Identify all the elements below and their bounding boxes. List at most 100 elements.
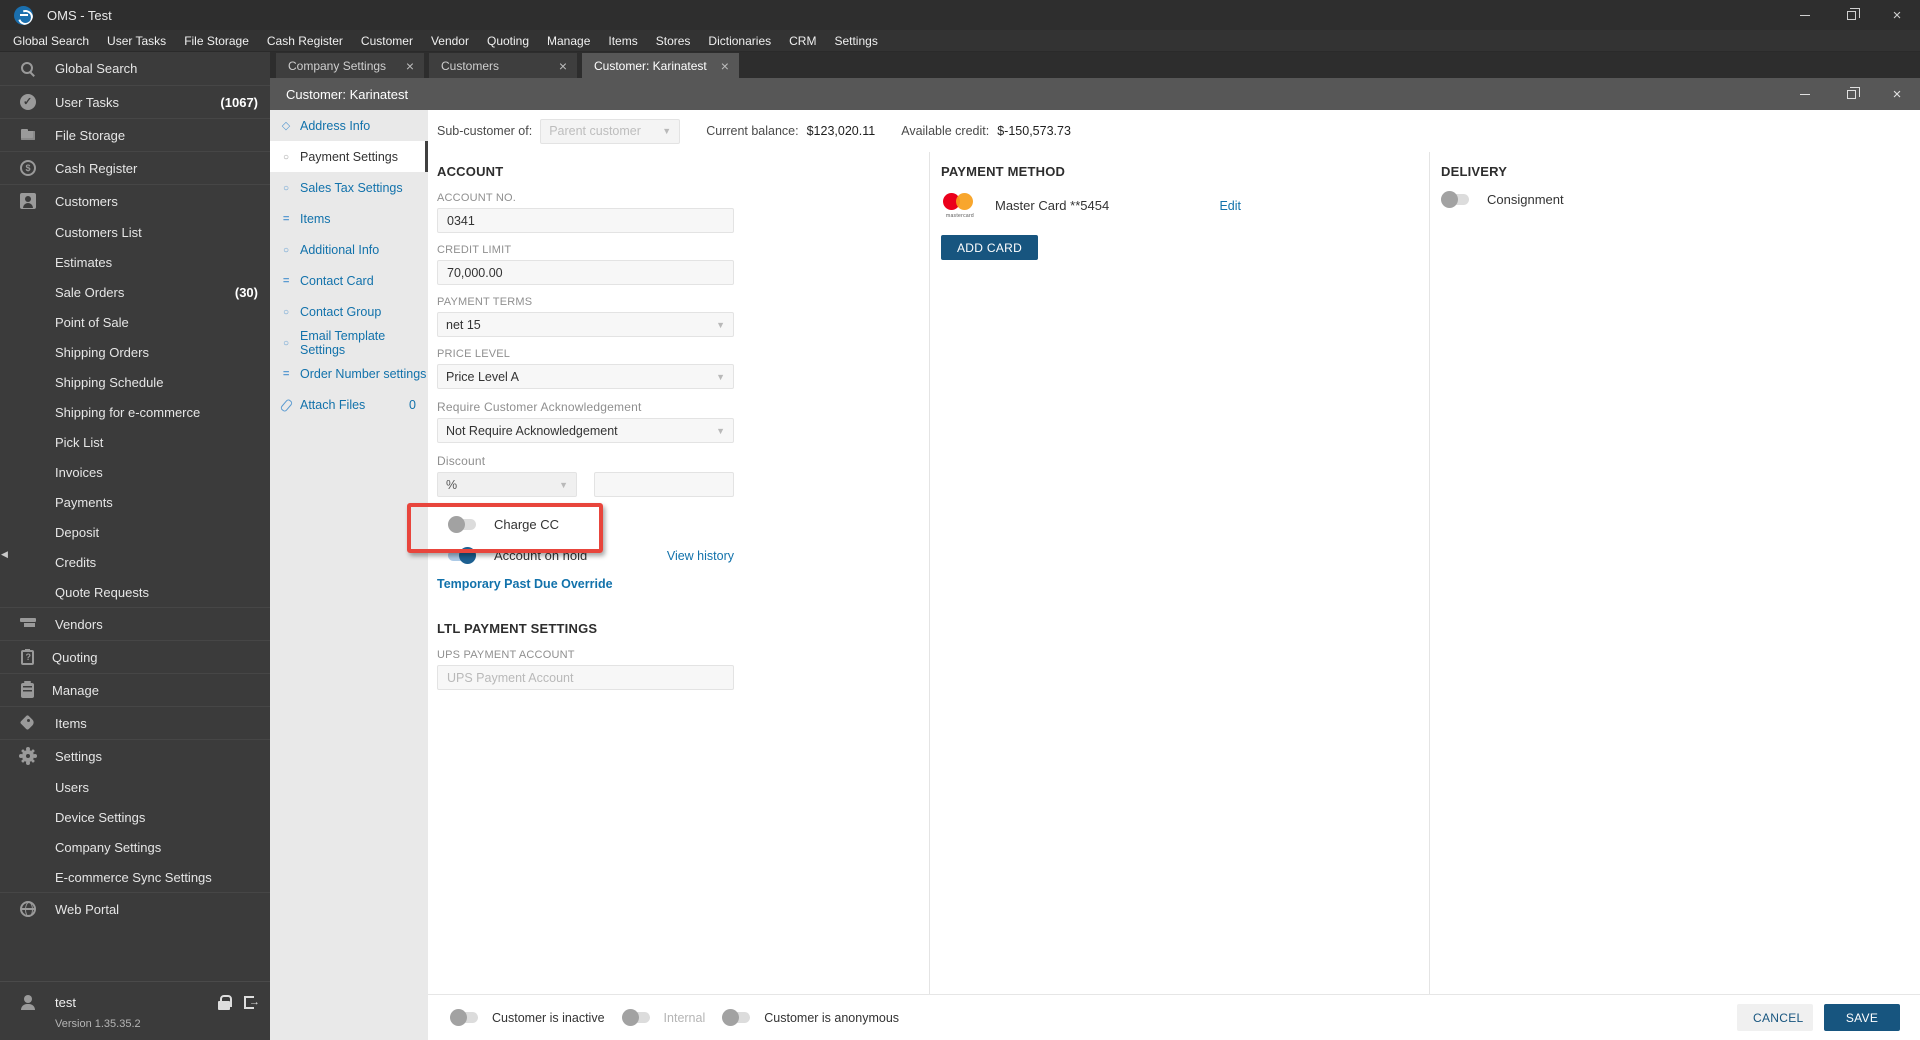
- tab[interactable]: Company Settings ×: [276, 53, 424, 78]
- sidebar-item[interactable]: Shipping for e-commerce: [0, 397, 270, 427]
- settings-nav-icon: [279, 368, 293, 380]
- menu-item[interactable]: Cash Register: [258, 30, 352, 52]
- discount-unit-select[interactable]: % ▼: [437, 472, 577, 497]
- save-button[interactable]: SAVE: [1824, 1004, 1900, 1031]
- doc-restore-button[interactable]: [1828, 78, 1874, 110]
- tab-close-icon[interactable]: ×: [721, 58, 729, 74]
- charge-cc-toggle[interactable]: [448, 516, 476, 533]
- sidebar-item[interactable]: Quoting: [0, 640, 270, 673]
- sidebar-item[interactable]: E-commerce Sync Settings: [0, 862, 270, 892]
- price-level-select[interactable]: Price Level A ▼: [437, 364, 734, 389]
- settings-nav-item[interactable]: Items: [270, 203, 428, 234]
- sidebar-item[interactable]: Users: [0, 772, 270, 802]
- logout-icon[interactable]: [244, 995, 260, 1009]
- payment-terms-select[interactable]: net 15 ▼: [437, 312, 734, 337]
- sidebar-item[interactable]: Items: [0, 706, 270, 739]
- window-titlebar: OMS - Test ×: [0, 0, 1920, 30]
- minimize-button[interactable]: [1782, 0, 1828, 30]
- sidebar-item[interactable]: Manage: [0, 673, 270, 706]
- settings-nav-item[interactable]: Sales Tax Settings: [270, 172, 428, 203]
- account-no-input[interactable]: [437, 208, 734, 233]
- restore-icon: [1846, 7, 1860, 20]
- add-card-button[interactable]: ADD CARD: [941, 235, 1039, 260]
- sidebar-item[interactable]: Sale Orders (30): [0, 277, 270, 307]
- settings-nav-item[interactable]: Contact Card: [270, 265, 428, 296]
- menu-item[interactable]: Settings: [825, 30, 886, 52]
- menu-item[interactable]: Stores: [647, 30, 700, 52]
- menu-item[interactable]: Customer: [352, 30, 422, 52]
- settings-nav-item[interactable]: Email Template Settings: [270, 327, 428, 358]
- close-button[interactable]: ×: [1874, 0, 1920, 30]
- sidebar-item[interactable]: Cash Register: [0, 151, 270, 184]
- view-history-link[interactable]: View history: [667, 549, 734, 563]
- sidebar-item-icon: [21, 680, 34, 698]
- doc-close-button[interactable]: ×: [1874, 78, 1920, 110]
- footer-toggle-row: Customer is anonymous: [722, 1009, 899, 1026]
- sidebar-item[interactable]: Company Settings: [0, 832, 270, 862]
- sidebar-item[interactable]: Device Settings: [0, 802, 270, 832]
- sidebar-item[interactable]: Customers: [0, 184, 270, 217]
- sidebar-item[interactable]: Shipping Schedule: [0, 367, 270, 397]
- require-ack-select[interactable]: Not Require Acknowledgement ▼: [437, 418, 734, 443]
- sidebar-item[interactable]: Global Search: [0, 52, 270, 85]
- footer-toggle[interactable]: [621, 1009, 650, 1026]
- settings-nav-item[interactable]: Contact Group: [270, 296, 428, 327]
- settings-nav-item[interactable]: Order Number settings: [270, 358, 428, 389]
- sidebar-item[interactable]: Pick List: [0, 427, 270, 457]
- menu-item[interactable]: User Tasks: [98, 30, 175, 52]
- cancel-button[interactable]: CANCEL: [1737, 1004, 1813, 1031]
- account-heading: ACCOUNT: [437, 164, 504, 179]
- sidebar-item[interactable]: Payments: [0, 487, 270, 517]
- sidebar-item[interactable]: Customers List: [0, 217, 270, 247]
- sidebar-item-label: Pick List: [55, 434, 104, 450]
- restore-button[interactable]: [1828, 0, 1874, 30]
- edit-card-link[interactable]: Edit: [1219, 199, 1241, 213]
- settings-nav-label: Address Info: [300, 118, 371, 133]
- sidebar-item[interactable]: Estimates: [0, 247, 270, 277]
- ups-account-input[interactable]: [437, 665, 734, 690]
- tab[interactable]: Customer: Karinatest ×: [582, 53, 739, 78]
- sidebar-item[interactable]: Credits: [0, 547, 270, 577]
- settings-nav-icon: [279, 337, 293, 349]
- sidebar-item[interactable]: User Tasks (1067): [0, 85, 270, 118]
- menu-item[interactable]: Global Search: [4, 30, 98, 52]
- sidebar-item[interactable]: Settings: [0, 739, 270, 772]
- settings-nav-item[interactable]: Attach Files 0: [270, 389, 428, 420]
- tab[interactable]: Customers ×: [429, 53, 577, 78]
- customer-toolbar: Sub-customer of: Parent customer ▼ Curre…: [428, 110, 1920, 152]
- menu-item[interactable]: File Storage: [175, 30, 258, 52]
- tab-close-icon[interactable]: ×: [559, 58, 567, 74]
- sidebar-item[interactable]: Invoices: [0, 457, 270, 487]
- menu-item[interactable]: Manage: [538, 30, 599, 52]
- sidebar-item[interactable]: Deposit: [0, 517, 270, 547]
- sidebar-item[interactable]: Point of Sale: [0, 307, 270, 337]
- sidebar-item-icon: [20, 160, 36, 176]
- tab-close-icon[interactable]: ×: [406, 58, 414, 74]
- menu-item[interactable]: Quoting: [478, 30, 538, 52]
- sidebar-item[interactable]: Web Portal: [0, 892, 270, 925]
- sidebar-item[interactable]: Quote Requests: [0, 577, 270, 607]
- menu-item[interactable]: Vendor: [422, 30, 478, 52]
- settings-nav-item[interactable]: Additional Info: [270, 234, 428, 265]
- menu-item[interactable]: CRM: [780, 30, 825, 52]
- sidebar-item[interactable]: Shipping Orders: [0, 337, 270, 367]
- sidebar-item[interactable]: File Storage: [0, 118, 270, 151]
- sidebar-item[interactable]: Vendors: [0, 607, 270, 640]
- past-due-override-link[interactable]: Temporary Past Due Override: [437, 577, 929, 591]
- footer-toggle[interactable]: [722, 1009, 751, 1026]
- doc-minimize-button[interactable]: [1782, 78, 1828, 110]
- lock-icon[interactable]: [218, 994, 232, 1010]
- card-row: mastercard Master Card **5454 Edit: [941, 192, 1241, 219]
- ups-account-label: UPS PAYMENT ACCOUNT: [437, 649, 575, 661]
- account-on-hold-label: Account on hold: [494, 548, 588, 563]
- parent-customer-select[interactable]: Parent customer ▼: [540, 118, 681, 144]
- menu-item[interactable]: Dictionaries: [699, 30, 780, 52]
- consignment-toggle[interactable]: [1441, 191, 1469, 208]
- account-on-hold-toggle[interactable]: [448, 547, 476, 564]
- settings-nav-item[interactable]: Payment Settings: [270, 141, 428, 172]
- menu-item[interactable]: Items: [599, 30, 646, 52]
- footer-toggle[interactable]: [450, 1009, 478, 1026]
- credit-limit-input[interactable]: [437, 260, 734, 285]
- discount-amount-input[interactable]: [594, 472, 734, 497]
- settings-nav-item[interactable]: Address Info: [270, 110, 428, 141]
